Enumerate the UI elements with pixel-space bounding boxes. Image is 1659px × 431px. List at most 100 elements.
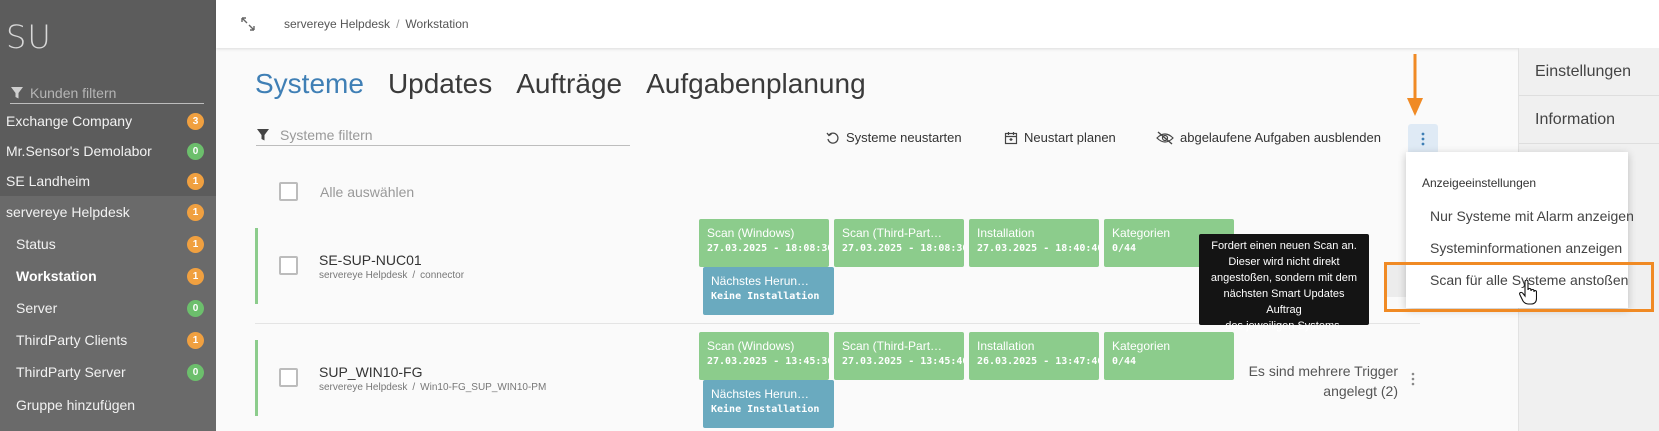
tile-value: 27.03.2025 - 18:40:40 [977, 243, 1099, 254]
tile-scan-windows[interactable]: Scan (Windows) 27.03.2025 - 18:08:30 [699, 219, 829, 267]
tile-next-download[interactable]: Nächstes Herun… Keine Installation [703, 380, 834, 428]
system-name[interactable]: SE-SUP-NUC01 [319, 252, 422, 268]
tab-systeme[interactable]: Systeme [255, 68, 364, 100]
customer-filter-input[interactable]: Kunden filtern [10, 82, 204, 104]
row-kebab-icon[interactable] [1410, 372, 1416, 386]
select-all-checkbox[interactable] [279, 182, 298, 201]
sidebar-item-thirdparty-server[interactable]: ThirdParty Server 0 [0, 356, 216, 388]
breadcrumb-root[interactable]: servereye Helpdesk [284, 17, 390, 31]
row-checkbox[interactable] [279, 256, 298, 275]
system-group: Win10-FG_SUP_WIN10-PM [420, 382, 547, 393]
tab-auftraege[interactable]: Aufträge [516, 68, 622, 100]
sidebar-item-workstation[interactable]: Workstation 1 [0, 260, 216, 292]
system-customer: servereye Helpdesk [319, 382, 408, 393]
panel-item-information[interactable]: Information [1519, 96, 1659, 144]
sidebar-item-label: servereye Helpdesk [6, 204, 130, 220]
customer-filter-placeholder: Kunden filtern [30, 84, 117, 101]
tile-value: 0/44 [1112, 356, 1137, 367]
tile-title: Nächstes Herun… [711, 387, 810, 401]
row-status-bar [255, 228, 258, 304]
tile-value: Keine Installation [711, 291, 820, 302]
plan-restart-label: Neustart planen [1024, 130, 1116, 145]
status-badge: 1 [187, 203, 204, 221]
system-path: servereye Helpdesk / Win10-FG_SUP_WIN10-… [319, 382, 546, 393]
tooltip-line: angestoßen, sondern mit dem [1210, 272, 1358, 284]
tile-title: Scan (Third-Part… [842, 339, 943, 353]
top-bar: servereye Helpdesk / Workstation [216, 0, 1659, 48]
system-name[interactable]: SUP_WIN10-FG [319, 364, 422, 380]
status-badge: 1 [187, 235, 204, 253]
filter-icon [11, 86, 23, 98]
tile-value: 26.03.2025 - 13:47:40 [977, 356, 1099, 367]
hide-expired-tasks-button[interactable]: abgelaufene Aufgaben ausblenden [1156, 130, 1381, 145]
sidebar-item-label: ThirdParty Server [16, 364, 126, 380]
sidebar-item-status[interactable]: Status 1 [0, 228, 216, 260]
status-badge: 1 [187, 172, 204, 190]
arrow-down-icon [1407, 54, 1423, 116]
system-group: connector [420, 270, 465, 281]
tile-title: Installation [977, 339, 1035, 353]
sidebar-item-label: Status [16, 236, 56, 252]
tile-value: 27.03.2025 - 18:08:30 [707, 243, 829, 254]
sidebar-item-servereye-helpdesk[interactable]: servereye Helpdesk 1 [0, 196, 216, 228]
tooltip-line: Dieser wird nicht direkt [1228, 256, 1340, 268]
trigger-text-line-1: Es sind mehrere Trigger [1248, 363, 1398, 379]
expand-icon[interactable] [240, 16, 256, 32]
row-checkbox[interactable] [279, 368, 298, 387]
tile-categories[interactable]: Kategorien 0/44 [1104, 332, 1234, 380]
menu-item-system-info[interactable]: Systeminformationen anzeigen [1430, 240, 1622, 256]
system-customer: servereye Helpdesk [319, 270, 408, 281]
sidebar-item-label: Mr.Sensor's Demolabor [6, 143, 152, 159]
breadcrumb-current: Workstation [405, 17, 469, 31]
tile-title: Nächstes Herun… [711, 274, 810, 288]
status-badge: 1 [187, 267, 204, 285]
tile-title: Scan (Windows) [707, 339, 795, 353]
status-badge: 0 [187, 142, 204, 160]
system-path: servereye Helpdesk / connector [319, 270, 464, 281]
status-badge: 0 [187, 363, 204, 381]
main-tabs: Systeme Updates Aufträge Aufgabenplanung [255, 68, 866, 100]
restart-systems-button[interactable]: Systeme neustarten [826, 130, 962, 145]
restart-systems-label: Systeme neustarten [846, 130, 962, 145]
tile-scan-windows[interactable]: Scan (Windows) 27.03.2025 - 13:45:30 [699, 332, 829, 380]
breadcrumb: servereye Helpdesk / Workstation [284, 17, 469, 31]
eye-off-icon [1156, 130, 1174, 145]
sidebar-item-thirdparty-clients[interactable]: ThirdParty Clients 1 [0, 324, 216, 356]
panel-item-settings[interactable]: Einstellungen [1519, 48, 1659, 96]
tile-scan-thirdparty[interactable]: Scan (Third-Part… 27.03.2025 - 18:08:30 [834, 219, 964, 267]
tooltip-line: Fordert einen neuen Scan an. [1211, 240, 1357, 252]
more-options-button[interactable] [1408, 124, 1438, 154]
sidebar-item-add-group[interactable]: Gruppe hinzufügen [0, 388, 216, 431]
tile-installation[interactable]: Installation 27.03.2025 - 18:40:40 [969, 219, 1099, 267]
breadcrumb-separator: / [396, 17, 400, 31]
path-separator: / [412, 270, 416, 281]
tile-next-download[interactable]: Nächstes Herun… Keine Installation [703, 267, 834, 315]
sidebar-item-label: Workstation [16, 268, 97, 284]
sidebar-item-se-landheim[interactable]: SE Landheim 1 [0, 165, 216, 197]
tile-scan-thirdparty[interactable]: Scan (Third-Part… 27.03.2025 - 13:45:40 [834, 332, 964, 380]
system-filter-input[interactable]: Systeme filtern [256, 124, 630, 146]
sidebar-item-label: Server [16, 300, 58, 316]
tooltip: Fordert einen neuen Scan an. Dieser wird… [1199, 234, 1369, 332]
trigger-text-line-2: angelegt (2) [1323, 383, 1398, 399]
sidebar-item-exchange-company[interactable]: Exchange Company 3 [0, 105, 216, 137]
tile-installation[interactable]: Installation 26.03.2025 - 13:47:40 [969, 332, 1099, 380]
sidebar-item-label: ThirdParty Clients [16, 332, 128, 348]
status-badge: 0 [187, 299, 204, 317]
tile-value: 27.03.2025 - 13:45:40 [842, 356, 964, 367]
app-logo: SU [6, 18, 52, 56]
plan-restart-button[interactable]: Neustart planen [1004, 130, 1116, 145]
menu-item-alarm-only[interactable]: Nur Systeme mit Alarm anzeigen [1430, 208, 1634, 224]
tab-aufgabenplanung[interactable]: Aufgabenplanung [646, 68, 866, 100]
select-all[interactable]: Alle auswählen [279, 182, 414, 201]
dropdown-header: Anzeigeeinstellungen [1422, 176, 1537, 190]
sidebar-item-server[interactable]: Server 0 [0, 292, 216, 324]
hide-expired-tasks-label: abgelaufene Aufgaben ausblenden [1180, 130, 1381, 145]
tile-title: Scan (Windows) [707, 226, 795, 240]
sidebar-item-label: Gruppe hinzufügen [16, 396, 136, 413]
tile-value: 27.03.2025 - 13:45:30 [707, 356, 829, 367]
system-filter-placeholder: Systeme filtern [280, 126, 373, 143]
tile-title: Scan (Third-Part… [842, 226, 943, 240]
sidebar-item-mrsensor-demolabor[interactable]: Mr.Sensor's Demolabor 0 [0, 135, 216, 167]
tab-updates[interactable]: Updates [388, 68, 492, 100]
